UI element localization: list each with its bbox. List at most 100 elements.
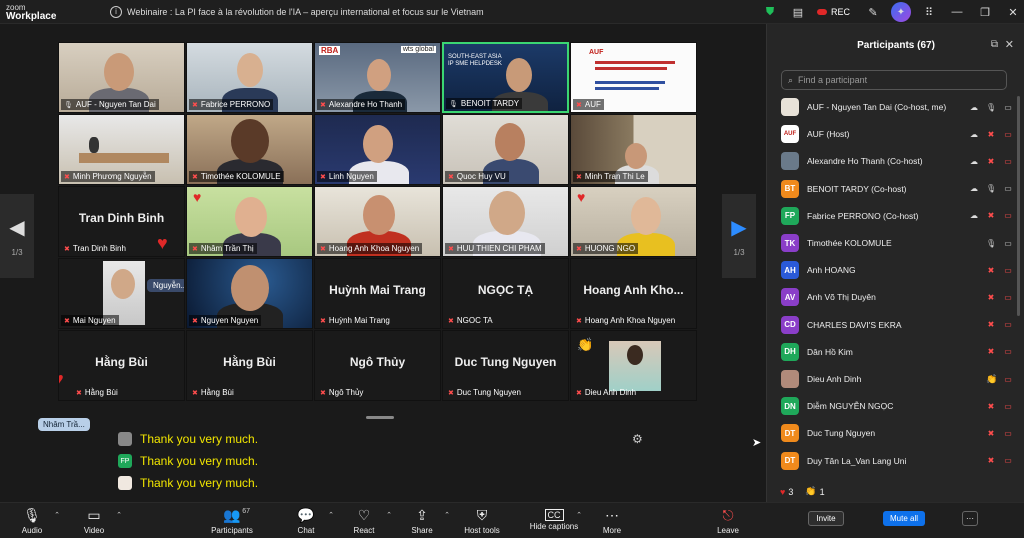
video-tile[interactable]: ✖ Timothée KOLOMULE [186,114,313,185]
close-icon[interactable]: ✕ [1005,38,1014,51]
video-tile[interactable]: ✖ Fabrice PERRONO [186,42,313,113]
video-off-icon[interactable]: ▭ [1003,293,1013,302]
participant-row[interactable]: AUF - Nguyen Tan Dai (Co-host, me) ☁ 🎙 ▭ [781,96,1013,118]
video-tile[interactable]: ✖ Nguyen Nguyen [186,258,313,329]
participant-row[interactable]: BT BENOIT TARDY (Co-host) ☁ 🎙 ▭ [781,178,1013,200]
video-off-icon[interactable]: ▭ [1003,429,1013,438]
participant-row[interactable]: DN Diễm NGUYỄN NGỌC ✖ ▭ [781,395,1013,417]
video-tile[interactable]: Hoang Anh Kho... ✖ Hoang Anh Khoa Nguyen [570,258,697,329]
video-tile[interactable]: 👏 ✖ Dieu Anh Dinh [570,330,697,401]
video-tile[interactable]: ♥ ✖ Nhâm Trần Thị [186,186,313,257]
video-tile[interactable]: Tran Dinh Binh ✖ Tran Dinh Binh ♥ [58,186,185,257]
next-page-button[interactable]: ▶ 1/3 [722,194,756,278]
minimize-icon[interactable]: — [946,1,968,23]
mic-off-icon[interactable]: ✖ [986,320,996,329]
notes-icon[interactable]: ▤ [787,1,809,23]
more-button[interactable]: ⋯ More [582,505,642,536]
shield-icon[interactable]: ⛊ [759,1,781,23]
participant-row[interactable]: CD CHARLES DAVI'S EKRA ✖ ▭ [781,314,1013,336]
mic-off-icon[interactable]: ✖ [986,130,996,139]
ai-companion-button[interactable]: ✦ [890,1,912,23]
participant-row[interactable]: DT Duc Tung Nguyen ✖ ▭ [781,422,1013,444]
participant-row[interactable]: AH Anh HOANG ✖ ▭ [781,259,1013,281]
host-tools-button[interactable]: ⛨ Host tools [452,505,512,536]
participant-search-input[interactable]: ⌕ Find a participant [781,70,1007,90]
video-off-icon[interactable]: ▭ [1003,402,1013,411]
video-off-icon[interactable]: ▭ [1003,157,1013,166]
panel-scrollbar[interactable] [1017,96,1020,316]
participant-row[interactable]: AUF AUF (Host) ☁ ✖ ▭ [781,123,1013,145]
participant-row[interactable]: AV Anh Võ Thị Duyên ✖ ▭ [781,286,1013,308]
pen-icon[interactable]: ✎ [862,1,884,23]
participant-row[interactable]: Dieu Anh Dinh 👏 ✖ ▭ [781,368,1013,390]
mic-off-icon[interactable]: ✖ [986,266,996,275]
more-options-button[interactable]: ··· [962,511,978,526]
video-tile[interactable]: Duc Tung Nguyen ✖ Duc Tung Nguyen [442,330,569,401]
prev-page-button[interactable]: ◀ 1/3 [0,194,34,278]
video-tile[interactable]: ✖ Minh Tran Thi Le [570,114,697,185]
video-icon[interactable]: ▭ [1003,184,1013,193]
video-off-icon[interactable]: ▭ [1003,211,1013,220]
video-tile[interactable]: ✖ Linh Nguyen [314,114,441,185]
react-button[interactable]: ♡ React ⌃ [334,505,394,536]
video-tile[interactable]: 🎙 AUF - Nguyen Tan Dai [58,42,185,113]
grid-scroll-handle[interactable] [366,416,394,419]
video-off-icon[interactable]: ▭ [1003,456,1013,465]
video-tile[interactable]: NGỌC TẠ ✖ NGOC TA [442,258,569,329]
video-tile[interactable]: AUF ✖ AUF [570,42,697,113]
video-off-icon[interactable]: ▭ [1003,375,1013,384]
participant-row[interactable]: DT Duy Tân La_Van Lang Uni ✖ ▭ [781,450,1013,472]
video-tile[interactable]: ✖ Hoang Anh Khoa Nguyen [314,186,441,257]
hide-captions-button[interactable]: CC Hide captions ⌃ [524,505,584,531]
video-tile[interactable]: ✖ HUU THIEN CHI PHAM [442,186,569,257]
participant-row[interactable]: TK Timothée KOLOMULE 🎙 ▭ [781,232,1013,254]
video-icon[interactable]: ▭ [1003,103,1013,112]
mic-off-icon[interactable]: ✖ [986,157,996,166]
video-tile[interactable]: Hằng Bùi ♥ ✖Hằng Bùi [58,330,185,401]
video-off-icon[interactable]: ▭ [1003,266,1013,275]
participant-row[interactable]: FP Fabrice PERRONO (Co-host) ☁ ✖ ▭ [781,205,1013,227]
audio-button[interactable]: 🎙 Audio ⌃ [2,505,62,536]
mic-icon[interactable]: 🎙 [986,184,996,193]
info-icon[interactable]: i [110,5,122,18]
participants-button[interactable]: 👥 67 Participants [202,505,262,536]
video-tile[interactable]: ✖ Quoc Huy VU [442,114,569,185]
mic-off-icon[interactable]: ✖ [986,402,996,411]
close-icon[interactable]: ✕ [1002,1,1024,23]
gear-icon[interactable]: ⚙ [632,432,643,446]
video-tile[interactable]: ✖ Minh Phương Nguyễn [58,114,185,185]
mic-icon[interactable]: 🎙 [986,239,996,248]
mic-off-icon[interactable]: ✖ [986,293,996,302]
video-tile[interactable]: Hằng Bùi ✖ Hằng Bùi [186,330,313,401]
restore-icon[interactable]: ❐ [974,1,996,23]
video-tile[interactable]: Huỳnh Mai Trang ✖ Huỳnh Mai Trang [314,258,441,329]
share-button[interactable]: ⇪ Share ⌃ [392,505,452,536]
video-off-icon[interactable]: ▭ [1003,347,1013,356]
video-tile[interactable]: ♥ ✖ HUONG NGO [570,186,697,257]
pop-out-icon[interactable]: ⧉ [991,39,998,50]
chat-button[interactable]: 💬 Chat ⌃ [276,505,336,536]
invite-button[interactable]: Invite [808,511,844,526]
video-tile[interactable]: Ngô Thủy ✖ Ngô Thủy [314,330,441,401]
mic-off-icon[interactable]: ✖ [986,347,996,356]
video-button[interactable]: ▭ Video ⌃ [64,505,124,536]
video-tile[interactable]: Nguyễn... ✖ Mai Nguyen [58,258,185,329]
chevron-up-icon[interactable]: ⌃ [116,511,122,519]
video-tile-active-speaker[interactable]: SOUTH-EAST ASIA IP SME HELPDESK 🎙 BENOIT T… [442,42,569,113]
mic-off-icon[interactable]: ✖ [986,211,996,220]
chevron-up-icon[interactable]: ⌃ [444,511,450,519]
video-off-icon[interactable]: ▭ [1003,130,1013,139]
participant-row[interactable]: Alexandre Ho Thanh (Co-host) ☁ ✖ ▭ [781,150,1013,172]
video-tile[interactable]: RBA wts global ✖ Alexandre Ho Thanh [314,42,441,113]
leave-button[interactable]: ⎋ Leave [698,505,758,536]
video-off-icon[interactable]: ▭ [1003,320,1013,329]
mute-all-button[interactable]: Mute all [883,511,925,526]
mic-off-icon[interactable]: ✖ [986,456,996,465]
participant-row[interactable]: DH Dân Hồ Kim ✖ ▭ [781,341,1013,363]
chevron-up-icon[interactable]: ⌃ [54,511,60,519]
mic-off-icon[interactable]: ✖ [986,429,996,438]
recording-indicator[interactable]: REC [816,7,850,17]
apps-grid-icon[interactable]: ⠿ [918,1,940,23]
video-icon[interactable]: ▭ [1003,239,1013,248]
mic-icon[interactable]: 🎙 [986,103,996,112]
